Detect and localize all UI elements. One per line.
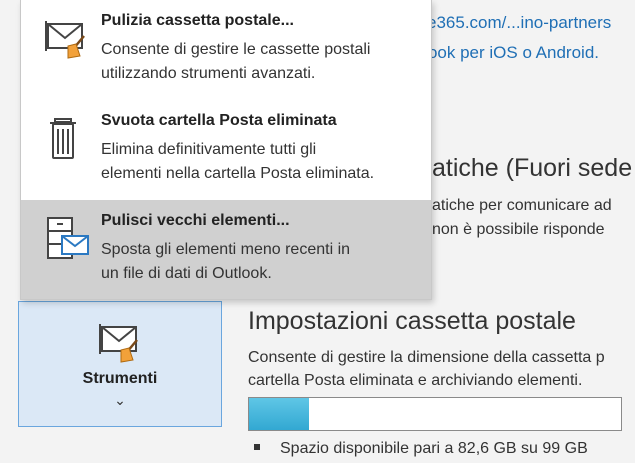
menu-item-desc: Sposta gli elementi meno recenti in un f…: [101, 238, 350, 286]
trash-can-icon: [44, 114, 92, 162]
mailbox-settings-title: Impostazioni cassetta postale: [248, 307, 576, 335]
menu-item-desc-line-2: utilizzando strumenti avanzati.: [101, 65, 316, 82]
automatic-replies-desc-line-1: atiche per comunicare ad: [432, 197, 612, 214]
mailbox-settings-desc-line-1: Consente di gestire la dimensione della …: [248, 349, 605, 366]
menu-item-cleanup-old-items[interactable]: Pulisci vecchi elementi... Sposta gli el…: [21, 200, 431, 299]
mailbox-settings-desc: Consente di gestire la dimensione della …: [248, 346, 635, 392]
space-available-text: Spazio disponibile pari a 82,6 GB su 99 …: [280, 440, 588, 457]
mailbox-cleanup-icon: [44, 14, 92, 62]
menu-item-title: Pulizia cassetta postale...: [101, 12, 294, 29]
menu-item-empty-deleted[interactable]: Svuota cartella Posta eliminata Elimina …: [21, 100, 431, 199]
tools-dropdown-menu: Pulizia cassetta postale... Consente di …: [20, 0, 432, 300]
chevron-down-icon: ⌄: [114, 392, 126, 408]
menu-item-title: Svuota cartella Posta eliminata: [101, 112, 337, 129]
automatic-replies-title: atiche (Fuori sede: [432, 154, 633, 182]
automatic-replies-desc-line-2: non è possibile risponde: [432, 221, 605, 238]
mailbox-broom-icon: [99, 322, 143, 371]
background-links: fice365.com/...ino-partners utlook per i…: [410, 8, 635, 68]
archive-mail-icon: [44, 214, 92, 262]
menu-item-desc-line-1: Sposta gli elementi meno recenti in: [101, 241, 351, 258]
mailbox-usage-fill: [249, 398, 309, 430]
menu-item-mailbox-cleanup[interactable]: Pulizia cassetta postale... Consente di …: [21, 0, 431, 99]
mailbox-settings-desc-line-2: cartella Posta eliminata e archiviando e…: [248, 372, 583, 389]
space-available: Spazio disponibile pari a 82,6 GB su 99 …: [254, 440, 588, 458]
bullet-icon: [254, 443, 260, 450]
menu-item-desc: Consente di gestire le cassette postali …: [101, 38, 370, 86]
tools-button[interactable]: Strumenti ⌄: [18, 301, 222, 427]
tools-label: Strumenti: [82, 370, 158, 387]
menu-item-desc-line-1: Elimina definitivamente tutti gli: [101, 141, 317, 158]
outlook-mobile-link[interactable]: utlook per iOS o Android.: [410, 38, 635, 68]
mailbox-usage-bar: [248, 397, 622, 431]
menu-item-desc-line-2: elementi nella cartella Posta eliminata.: [101, 165, 375, 182]
office365-link[interactable]: fice365.com/...ino-partners: [410, 8, 635, 38]
menu-item-desc-line-2: un file di dati di Outlook.: [101, 265, 272, 282]
menu-item-title: Pulisci vecchi elementi...: [101, 212, 290, 229]
menu-item-desc-line-1: Consente di gestire le cassette postali: [101, 41, 371, 58]
menu-item-desc: Elimina definitivamente tutti gli elemen…: [101, 138, 374, 186]
